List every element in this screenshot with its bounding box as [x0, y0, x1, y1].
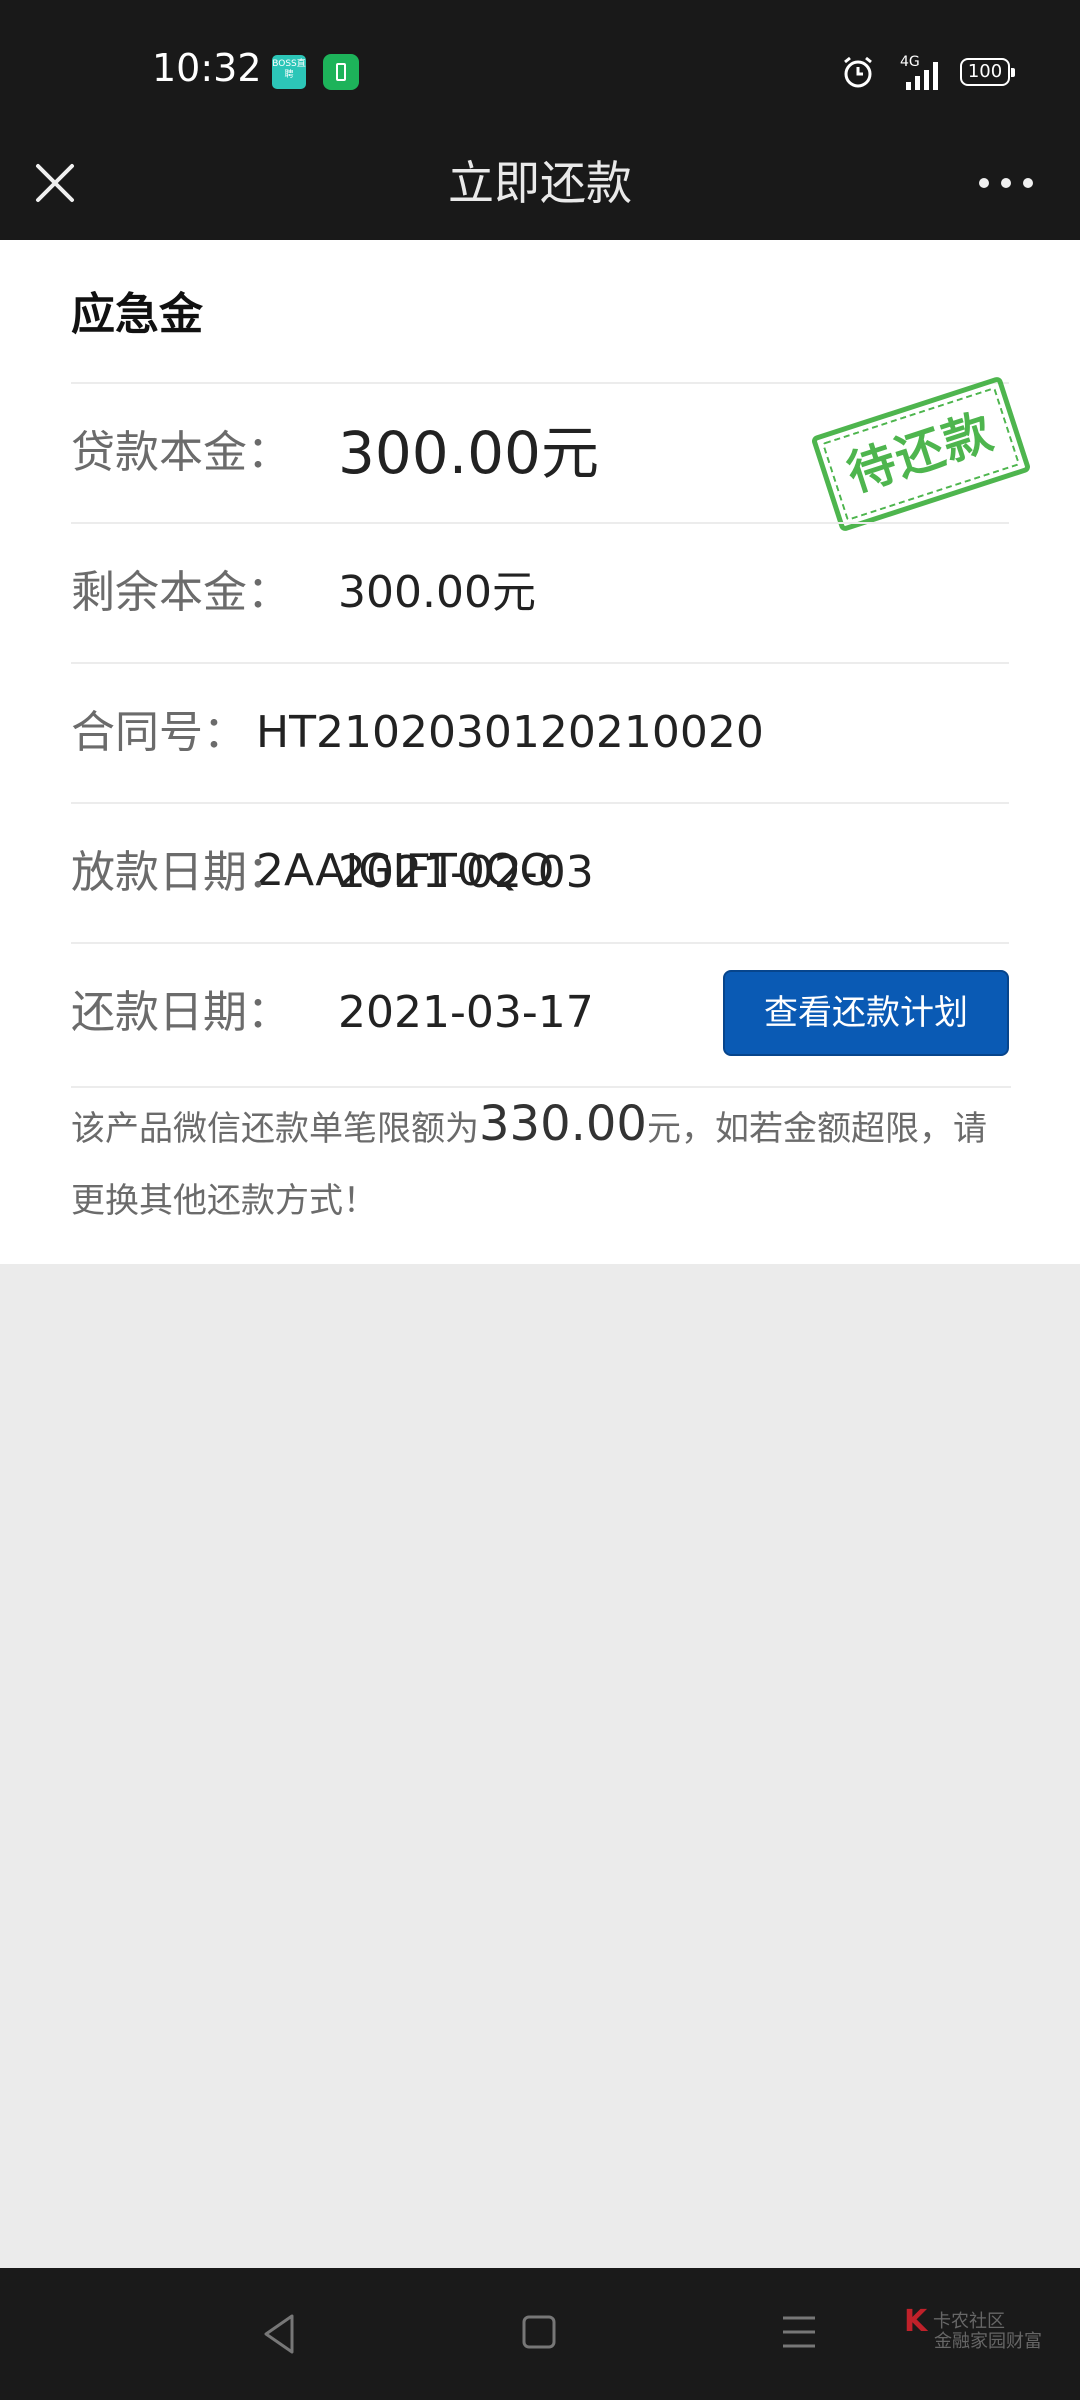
signal-icon: 4G — [900, 54, 938, 90]
page-title: 立即还款 — [448, 156, 632, 210]
status-time: 10:32 — [152, 46, 262, 90]
view-repayment-plan-button[interactable]: 查看还款计划 — [723, 970, 1009, 1056]
disbursement-date-value: 2021-02-03 — [338, 847, 594, 898]
status-bar: 10:32 BOSS直聘 4G 100 — [0, 0, 1080, 138]
battery-app-icon — [323, 54, 359, 90]
repayment-date-value: 2021-03-17 — [338, 987, 594, 1038]
repayment-limit-notice: 该产品微信还款单笔限额为330.00元，如若金额超限，请更换其他还款方式！ — [71, 1086, 1011, 1237]
remaining-principal-label: 剩余本金： — [71, 567, 291, 618]
battery-status-icon: 100 — [960, 58, 1015, 86]
more-icon[interactable] — [976, 168, 1036, 198]
back-icon[interactable] — [258, 2310, 300, 2358]
pending-repayment-stamp: 待还款 — [810, 375, 1032, 533]
product-name: 应急金 — [71, 289, 203, 340]
row-disbursement-date: 放款日期： 2021-02-03 — [71, 802, 1009, 942]
notice-amount: 330.00 — [479, 1096, 647, 1152]
watermark: K 卡农社区 金融家园财富 — [904, 2307, 1042, 2352]
remaining-principal-value: 300.00元 — [338, 567, 536, 618]
row-remaining-principal: 剩余本金： 300.00元 — [71, 522, 1009, 662]
loan-card: 应急金 贷款本金： 300.00元 待还款 剩余本金： 300.00元 合同号：… — [0, 240, 1080, 1264]
alarm-icon — [844, 56, 872, 88]
recent-apps-icon[interactable] — [780, 2312, 818, 2352]
row-repayment-date: 还款日期： 2021-03-17 查看还款计划 — [71, 942, 1009, 1082]
watermark-text-top: 卡农社区 — [932, 2311, 1005, 2332]
watermark-text-bottom: 金融家园财富 — [934, 2331, 1042, 2352]
row-loan-principal: 贷款本金： 300.00元 待还款 — [71, 375, 1032, 533]
row-contract-number: 合同号： HT2102030120210020 2AAIGIFT0QO — [71, 662, 1009, 896]
repayment-date-label: 还款日期： — [71, 987, 291, 1038]
loan-principal-value: 300.00元 — [338, 419, 599, 487]
home-icon[interactable] — [521, 2314, 557, 2350]
notice-prefix: 该产品微信还款单笔限额为 — [71, 1109, 479, 1149]
boss-app-icon: BOSS直聘 — [272, 55, 306, 89]
system-nav-bar: K 卡农社区 金融家园财富 — [0, 2268, 1080, 2400]
contract-number-label: 合同号： — [71, 707, 247, 758]
network-label: 4G — [900, 54, 920, 70]
loan-principal-label: 贷款本金： — [71, 427, 291, 478]
disbursement-date-label: 放款日期： — [71, 847, 291, 898]
nav-bar: 立即还款 — [0, 138, 1080, 240]
